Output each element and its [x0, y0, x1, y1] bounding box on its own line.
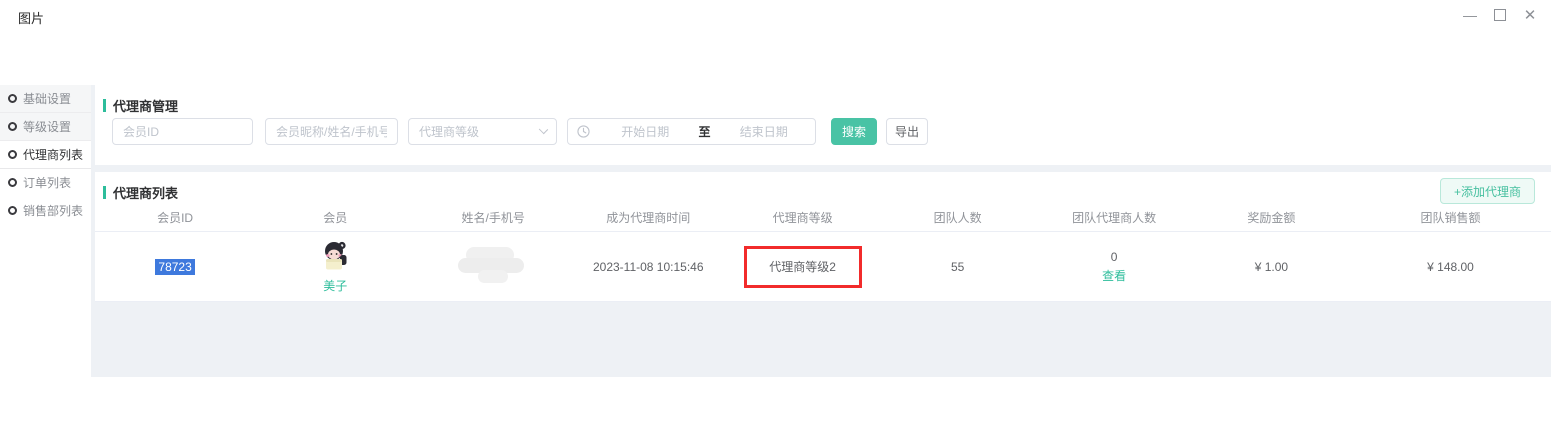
view-link[interactable]: 查看 — [1102, 267, 1126, 284]
radio-circle-icon — [8, 122, 17, 131]
panel-title-text: 代理商管理 — [113, 96, 178, 115]
export-button[interactable]: 导出 — [886, 118, 928, 145]
table-header-row: 会员ID 会员 姓名/手机号 成为代理商时间 代理商等级 团队人数 团队代理商人… — [95, 204, 1551, 232]
panel-title-agent-management: 代理商管理 — [103, 96, 178, 115]
sidebar-item-label: 代理商列表 — [23, 146, 83, 163]
accent-bar — [103, 186, 106, 199]
minimize-icon: — — [1463, 7, 1477, 23]
member-id-input[interactable] — [112, 118, 253, 145]
accent-bar — [103, 99, 106, 112]
agent-table: 会员ID 会员 姓名/手机号 成为代理商时间 代理商等级 团队人数 团队代理商人… — [95, 204, 1551, 302]
radio-circle-icon — [8, 150, 17, 159]
start-date-placeholder[interactable]: 开始日期 — [594, 123, 697, 140]
agent-level-value: 代理商等级2 — [769, 260, 836, 274]
sidebar-item-label: 等级设置 — [23, 118, 71, 135]
sidebar-item-sales-list[interactable]: 销售部列表 — [0, 197, 91, 225]
column-header-reward-amount: 奖励金额 — [1193, 204, 1350, 232]
close-button[interactable]: ✕ — [1515, 2, 1545, 28]
date-separator: 至 — [697, 123, 713, 140]
column-header-became-agent-time: 成为代理商时间 — [571, 204, 725, 232]
titlebar: 图片 — ✕ — [0, 0, 1551, 85]
member-avatar — [320, 240, 350, 275]
search-button[interactable]: 搜索 — [831, 118, 877, 145]
end-date-placeholder[interactable]: 结束日期 — [713, 123, 816, 140]
sidebar-item-agent-list[interactable]: 代理商列表 — [0, 141, 91, 169]
radio-circle-icon — [8, 94, 17, 103]
column-header-member: 会员 — [255, 204, 415, 232]
sidebar: 基础设置 等级设置 代理商列表 订单列表 销售部列表 — [0, 85, 91, 377]
column-header-team-sales: 团队销售额 — [1350, 204, 1551, 232]
content-area: 代理商管理 代理商等级 开始日期 至 — [95, 85, 1551, 377]
window-title: 图片 — [18, 8, 44, 27]
radio-circle-icon — [8, 178, 17, 187]
reward-amount-cell: ¥ 1.00 — [1193, 232, 1350, 302]
column-header-agent-level: 代理商等级 — [725, 204, 879, 232]
name-phone-cell — [415, 232, 571, 302]
sidebar-item-level-settings[interactable]: 等级设置 — [0, 113, 91, 141]
member-name-input[interactable] — [265, 118, 398, 145]
member-cell: 美子 — [255, 232, 415, 302]
sidebar-item-order-list[interactable]: 订单列表 — [0, 169, 91, 197]
minimize-button[interactable]: — — [1455, 2, 1485, 28]
agent-level-cell: 代理商等级2 — [725, 232, 879, 302]
clock-icon — [577, 125, 590, 138]
panel-title-agent-list: 代理商列表 — [103, 183, 178, 202]
member-nickname: 美子 — [323, 277, 347, 294]
became-agent-time-cell: 2023-11-08 10:15:46 — [571, 232, 725, 302]
column-header-name-phone: 姓名/手机号 — [415, 204, 571, 232]
close-icon: ✕ — [1524, 6, 1537, 24]
radio-circle-icon — [8, 206, 17, 215]
filter-row: 代理商等级 开始日期 至 结束日期 搜索 导出 — [112, 118, 928, 145]
agent-level-select-placeholder: 代理商等级 — [419, 123, 479, 140]
selected-member-id: 78723 — [155, 259, 194, 275]
date-range-picker[interactable]: 开始日期 至 结束日期 — [567, 118, 816, 145]
column-header-team-agent-count: 团队代理商人数 — [1036, 204, 1193, 232]
maximize-button[interactable] — [1485, 2, 1515, 28]
agent-list-panel: 代理商列表 +添加代理商 会员ID 会员 姓名/手机号 成为代理商时间 代理商等… — [95, 172, 1551, 302]
member-id-cell: 78723 — [95, 232, 255, 302]
team-agent-count-value: 0 — [1111, 250, 1118, 264]
table-row: 78723 — [95, 232, 1551, 302]
main-region: 基础设置 等级设置 代理商列表 订单列表 销售部列表 代理商管理 — [0, 85, 1551, 377]
sidebar-item-label: 订单列表 — [23, 174, 71, 191]
add-agent-button[interactable]: +添加代理商 — [1440, 178, 1535, 204]
panel-title-text: 代理商列表 — [113, 183, 178, 202]
agent-management-panel: 代理商管理 代理商等级 开始日期 至 — [95, 85, 1551, 165]
sidebar-item-basic-settings[interactable]: 基础设置 — [0, 85, 91, 113]
maximize-icon — [1494, 9, 1506, 21]
team-count-cell: 55 — [880, 232, 1036, 302]
team-agent-count-cell: 0 查看 — [1036, 232, 1193, 302]
sidebar-item-label: 基础设置 — [23, 90, 71, 107]
chevron-down-icon — [539, 125, 548, 134]
sidebar-item-label: 销售部列表 — [23, 202, 83, 219]
column-header-team-count: 团队人数 — [880, 204, 1036, 232]
redacted-name-blob — [458, 247, 528, 283]
column-header-member-id: 会员ID — [95, 204, 255, 232]
team-sales-cell: ¥ 148.00 — [1350, 232, 1551, 302]
agent-level-select[interactable]: 代理商等级 — [408, 118, 557, 145]
window-controls: — ✕ — [1455, 2, 1545, 28]
